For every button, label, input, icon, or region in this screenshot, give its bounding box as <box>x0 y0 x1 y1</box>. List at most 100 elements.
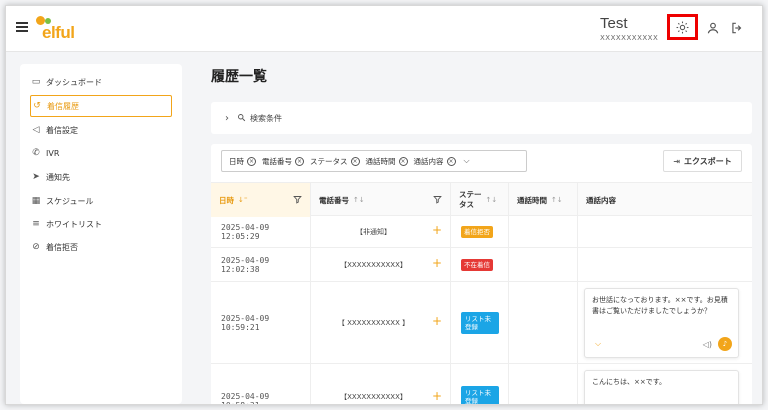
user-name: Test <box>600 15 628 32</box>
hamburger-menu-icon[interactable] <box>16 22 28 32</box>
phone-number: 【 XXXXXXXXXXX 】 <box>337 318 410 327</box>
cell-status: 着信拒否 <box>451 216 509 247</box>
column-header-phone[interactable]: 電話番号 ↑↓ <box>311 183 451 217</box>
cell-date: 2025-04-09 12:02:38 <box>211 248 311 281</box>
status-badge: 着信拒否 <box>461 225 493 238</box>
column-filter-chips: 日時 × 電話番号 × ステータス × 通話時間 × 通話内容 × ⌵ <box>221 150 527 172</box>
sidebar-item-label: ダッシュボード <box>46 77 102 87</box>
sidebar-item-label: ホワイトリスト <box>46 219 102 229</box>
sidebar-item-label: 着信拒否 <box>46 242 78 252</box>
volume-icon: ◁ <box>32 125 40 135</box>
chip-label: ステータス <box>310 156 348 166</box>
user-icon[interactable] <box>706 20 722 36</box>
chevron-down-icon[interactable]: ⌵ <box>595 338 601 349</box>
table-row[interactable]: 2025-04-09 12:02:38 【XXXXXXXXXXX】 + 不在着信 <box>211 248 752 282</box>
export-button[interactable]: ⇥ エクスポート <box>663 150 742 172</box>
close-icon[interactable]: × <box>398 156 408 166</box>
chevron-down-icon[interactable]: ⌵ <box>464 156 470 166</box>
cell-duration <box>509 216 578 247</box>
chevron-right-icon: › <box>225 112 229 124</box>
user-id: XXXXXXXXXXX <box>600 34 659 42</box>
sidebar-item-call-history[interactable]: ↺ 着信履歴 <box>30 95 172 117</box>
phone-number: 【非通知】 <box>356 227 391 236</box>
sidebar-item-whitelist[interactable]: ≡ ホワイトリスト <box>30 213 172 235</box>
sort-icon[interactable]: ↑↓ <box>551 196 563 204</box>
list-icon: ≡ <box>32 219 40 229</box>
cell-phone: 【XXXXXXXXXXX】 <box>311 248 451 281</box>
send-icon: ➤ <box>32 172 40 182</box>
sort-icon[interactable]: ↑↓ <box>486 195 498 205</box>
chip-label: 通話内容 <box>413 156 444 166</box>
monitor-icon: ▭ <box>31 77 41 87</box>
add-to-list-icon[interactable]: + <box>432 256 442 270</box>
add-to-list-icon[interactable]: + <box>432 389 442 403</box>
app-logo[interactable]: elful <box>36 16 96 42</box>
calendar-icon: ▦ <box>31 196 41 206</box>
column-header-status[interactable]: ステー タス ↑↓ <box>451 183 509 217</box>
chip-date[interactable]: 日時 × <box>229 156 256 167</box>
close-icon[interactable]: × <box>446 156 456 166</box>
cell-phone: 【非通知】 <box>311 216 451 247</box>
phone-number: 【XXXXXXXXXXX】 <box>340 393 407 401</box>
table-row[interactable]: 2025-04-09 10:59:21 【 XXXXXXXXXXX 】 + リス… <box>211 282 752 364</box>
sidebar-item-ivr[interactable]: ✆ IVR <box>30 142 172 164</box>
chip-duration[interactable]: 通話時間 × <box>366 156 408 167</box>
table-row[interactable]: 2025-04-09 12:05:29 【非通知】 + 着信拒否 <box>211 216 752 248</box>
app-window: elful Test XXXXXXXXXXX ▭ ダッシュボード ↺ 着信履歴 … <box>5 5 763 405</box>
sidebar-item-call-blocking[interactable]: ⊘ 着信拒否 <box>30 236 172 258</box>
cell-date: 2025-04-09 12:05:29 <box>211 216 311 247</box>
transcript-text: お世話になっております。××です。お見積書はご覧いただけましたでしょうか？ <box>592 296 728 315</box>
search-conditions-toggle[interactable]: › 検索条件 <box>211 102 752 134</box>
sidebar-item-notifications[interactable]: ➤ 通知先 <box>30 166 172 188</box>
table-row[interactable]: 2025-04-09 10:58:31 【XXXXXXXXXXX】 + リスト未… <box>211 364 752 404</box>
logo-text: elful <box>42 23 75 42</box>
cell-content: こんにちは、××です。 ♪ <box>578 364 752 404</box>
column-label: 電話番号 <box>319 195 349 205</box>
sidebar-item-label: IVR <box>46 148 60 158</box>
cell-date: 2025-04-09 10:59:21 <box>211 282 311 363</box>
export-icon: ⇥ <box>673 156 680 166</box>
column-label: 通話内容 <box>586 195 616 205</box>
chip-content[interactable]: 通話内容 × <box>414 156 456 167</box>
page-title: 履歴一覧 <box>211 69 267 85</box>
sidebar-item-dashboard[interactable]: ▭ ダッシュボード <box>30 71 172 93</box>
column-header-date[interactable]: 日時 ↓⁼ <box>211 183 311 217</box>
cell-phone: 【XXXXXXXXXXX】 <box>311 364 451 404</box>
export-label: エクスポート <box>683 156 732 166</box>
sidebar-item-label: 着信履歴 <box>47 101 79 111</box>
column-header-duration[interactable]: 通話時間 ↑↓ <box>509 183 578 217</box>
filter-icon[interactable] <box>293 195 302 204</box>
history-table-card: 日時 × 電話番号 × ステータス × 通話時間 × 通話内容 × ⌵ ⇥ エクスポート … <box>211 144 752 404</box>
sidebar: ▭ ダッシュボード ↺ 着信履歴 ◁ 着信設定 ✆ IVR ➤ 通知先 ▦ スケ… <box>20 64 182 404</box>
cell-duration <box>509 364 578 404</box>
phone-number: 【XXXXXXXXXXX】 <box>340 260 407 269</box>
transcript-card: お世話になっております。××です。お見積書はご覧いただけましたでしょうか？ ⌵ … <box>584 288 739 358</box>
play-audio-button[interactable]: ♪ <box>718 337 732 351</box>
sort-desc-icon[interactable]: ↓⁼ <box>238 196 248 204</box>
close-icon[interactable]: × <box>295 156 304 166</box>
chip-phone[interactable]: 電話番号 × <box>262 156 304 167</box>
theme-toggle-button[interactable] <box>667 14 698 40</box>
close-icon[interactable]: × <box>350 156 360 166</box>
sidebar-item-call-settings[interactable]: ◁ 着信設定 <box>30 119 172 141</box>
block-icon: ⊘ <box>32 242 40 252</box>
close-icon[interactable]: × <box>247 156 256 166</box>
sidebar-item-label: スケジュール <box>46 196 94 206</box>
sun-icon <box>676 21 689 33</box>
column-label: 通話時間 <box>517 195 547 205</box>
search-icon <box>237 113 246 124</box>
transcript-controls: ⌵ ◁) ♪ <box>585 337 738 351</box>
sidebar-item-schedule[interactable]: ▦ スケジュール <box>30 190 172 212</box>
sort-icon[interactable]: ↑↓ <box>353 196 365 204</box>
add-to-list-icon[interactable]: + <box>432 223 442 237</box>
column-label: 日時 <box>219 195 234 205</box>
sidebar-item-label: 着信設定 <box>46 125 78 135</box>
speaker-icon[interactable]: ◁) <box>703 339 712 350</box>
chip-label: 通話時間 <box>365 156 396 166</box>
add-to-list-icon[interactable]: + <box>432 314 442 328</box>
logout-icon[interactable] <box>730 20 746 36</box>
status-badge: リスト未登録 <box>461 386 499 404</box>
filter-icon[interactable] <box>433 195 442 204</box>
status-badge: リスト未登録 <box>461 311 499 334</box>
chip-status[interactable]: ステータス × <box>310 156 360 167</box>
